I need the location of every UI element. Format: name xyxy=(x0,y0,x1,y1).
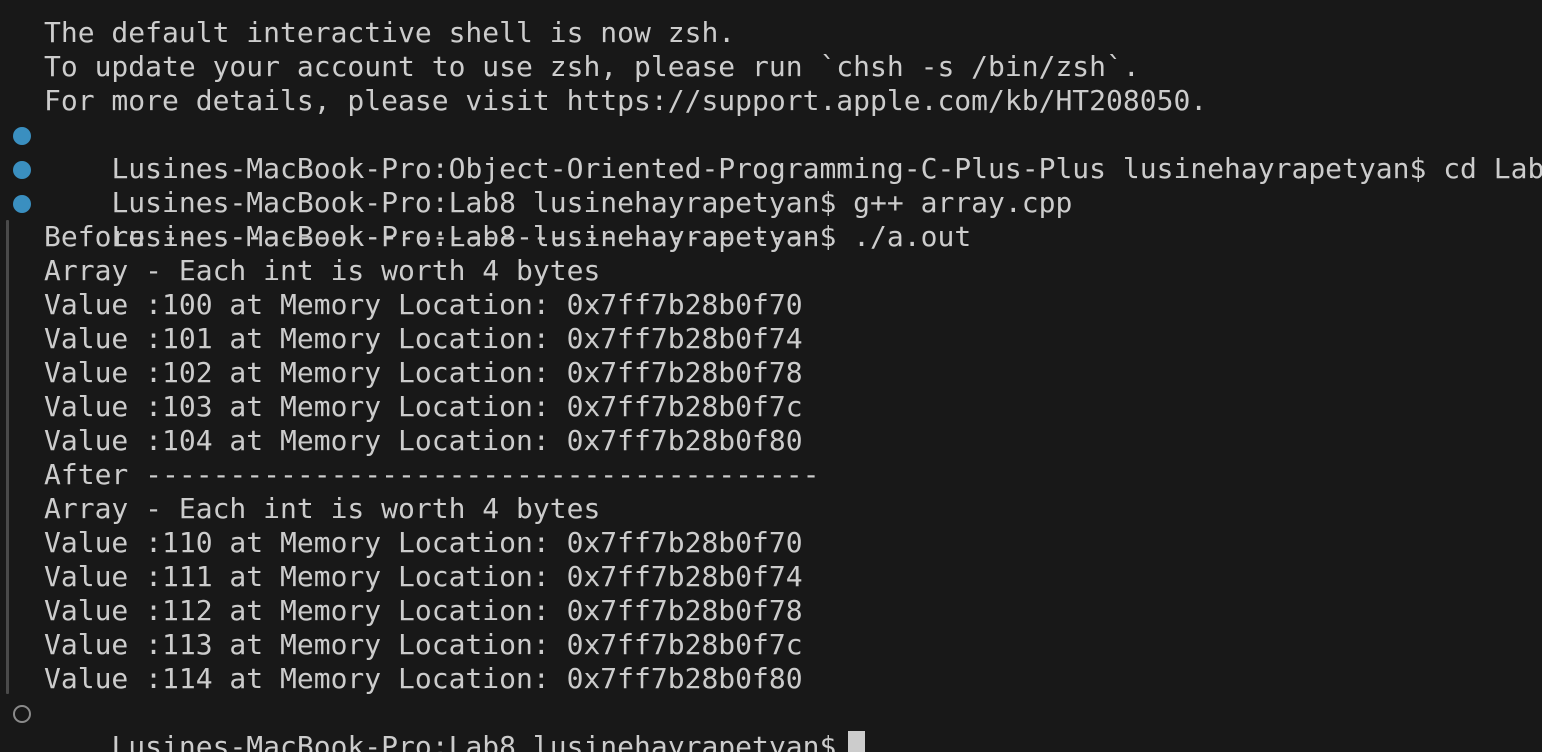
command-line: Lusines-MacBook-Pro:Object-Oriented-Prog… xyxy=(0,118,1542,185)
output-line: Value :113 at Memory Location: 0x7ff7b28… xyxy=(44,628,803,661)
output-line: Value :104 at Memory Location: 0x7ff7b28… xyxy=(44,424,803,457)
output-line: Value :100 at Memory Location: 0x7ff7b28… xyxy=(44,288,803,321)
command-success-decoration-icon[interactable] xyxy=(13,161,31,179)
output-line: Value :102 at Memory Location: 0x7ff7b28… xyxy=(44,356,803,389)
terminal-panel[interactable]: The default interactive shell is now zsh… xyxy=(0,0,1542,752)
output-line: Array - Each int is worth 4 bytes xyxy=(44,492,601,525)
command-success-decoration-icon[interactable] xyxy=(13,195,31,213)
output-line: Value :110 at Memory Location: 0x7ff7b28… xyxy=(44,526,803,559)
banner-line: For more details, please visit https://s… xyxy=(44,84,1208,117)
current-prompt-line[interactable]: Lusines-MacBook-Pro:Lab8 lusinehayrapety… xyxy=(0,696,1542,752)
banner-line: The default interactive shell is now zsh… xyxy=(44,16,736,49)
output-line: Value :114 at Memory Location: 0x7ff7b28… xyxy=(44,662,803,695)
command-line: Lusines-MacBook-Pro:Lab8 lusinehayrapety… xyxy=(0,186,1542,253)
command-line: Lusines-MacBook-Pro:Lab8 lusinehayrapety… xyxy=(0,152,1542,219)
text-cursor xyxy=(848,731,866,752)
output-line: Value :101 at Memory Location: 0x7ff7b28… xyxy=(44,322,803,355)
command-success-decoration-icon[interactable] xyxy=(13,127,31,145)
output-line: Value :111 at Memory Location: 0x7ff7b28… xyxy=(44,560,803,593)
output-line: Array - Each int is worth 4 bytes xyxy=(44,254,601,287)
output-line: Before ---------------------------------… xyxy=(44,220,820,253)
output-line: After ----------------------------------… xyxy=(44,458,820,491)
banner-line: To update your account to use zsh, pleas… xyxy=(44,50,1140,83)
command-pending-decoration-icon xyxy=(13,705,31,723)
output-line: Value :103 at Memory Location: 0x7ff7b28… xyxy=(44,390,803,423)
output-line: Value :112 at Memory Location: 0x7ff7b28… xyxy=(44,594,803,627)
prompt-text: Lusines-MacBook-Pro:Lab8 lusinehayrapety… xyxy=(111,730,837,752)
